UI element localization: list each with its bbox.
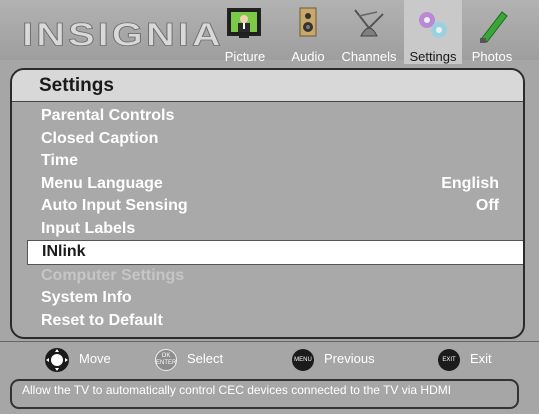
menu-item-parental-controls[interactable]: Parental Controls xyxy=(41,105,519,128)
menu-item-label: Auto Input Sensing xyxy=(41,197,188,214)
tab-audio-label: Audio xyxy=(291,49,325,64)
tab-settings[interactable]: Settings xyxy=(404,0,462,64)
channels-icon xyxy=(349,6,389,46)
brand-logo: INSIGNIA xyxy=(22,17,224,54)
menu-item-label: Closed Caption xyxy=(41,129,159,147)
dpad-icon xyxy=(45,347,69,372)
menu-item-closed-caption[interactable]: Closed Caption xyxy=(41,128,519,151)
tab-picture-label: Picture xyxy=(224,49,266,64)
panel-title: Settings xyxy=(12,70,523,102)
help-text-box: Allow the TV to automatically control CE… xyxy=(10,379,519,409)
tab-audio[interactable]: Audio xyxy=(284,0,332,64)
help-text: Allow the TV to automatically control CE… xyxy=(22,383,452,397)
menu-item-label: Menu Language xyxy=(41,174,163,192)
legend-select: OK ENTER Select xyxy=(155,346,223,372)
menu-item-value: English xyxy=(441,174,499,192)
legend-exit-label: Exit xyxy=(470,351,492,366)
menu-item-computer-settings: Computer Settings xyxy=(41,265,519,288)
menu-item-input-labels[interactable]: Input Labels xyxy=(41,218,519,241)
menu-item-label: INlink xyxy=(42,243,86,260)
exit-button-icon: EXIT xyxy=(438,348,460,371)
menu-item-menu-language[interactable]: Menu Language English xyxy=(41,173,519,196)
menu-item-label: Reset to Default xyxy=(41,311,163,329)
legend-select-label: Select xyxy=(187,351,224,366)
menu-item-inlink[interactable]: INlink xyxy=(27,240,523,265)
tab-channels[interactable]: Channels xyxy=(336,0,402,64)
legend-exit: EXIT Exit xyxy=(438,346,492,372)
picture-icon xyxy=(225,6,265,46)
legend-move: Move xyxy=(45,346,111,372)
ok-text: OK xyxy=(161,352,171,359)
settings-panel: Settings Parental Controls Closed Captio… xyxy=(10,68,525,339)
remote-legend: Move OK ENTER Select MENU Previous EXIT Exit xyxy=(10,344,527,374)
menu-item-reset-to-default[interactable]: Reset to Default xyxy=(41,310,519,333)
menu-item-value: Off xyxy=(475,197,499,214)
menu-item-label: Time xyxy=(41,152,79,169)
enter-text: ENTER xyxy=(156,359,177,366)
menu-button-icon: MENU xyxy=(292,348,314,371)
menu-item-label: Computer Settings xyxy=(41,266,185,284)
audio-icon xyxy=(288,6,328,46)
tab-picture[interactable]: Picture xyxy=(220,0,270,64)
tab-channels-label: Channels xyxy=(341,49,397,64)
top-menu-bar: INSIGNIA Picture Audio Channels Settings… xyxy=(0,0,539,64)
settings-menu: Parental Controls Closed Caption Time Me… xyxy=(27,105,523,333)
menu-item-label: Parental Controls xyxy=(41,107,175,124)
tab-photos-label: Photos xyxy=(471,49,513,64)
settings-icon xyxy=(413,6,453,46)
menu-item-auto-input-sensing[interactable]: Auto Input Sensing Off xyxy=(41,195,519,218)
footer-divider xyxy=(0,341,539,342)
menu-item-label: Input Labels xyxy=(41,219,136,237)
menu-item-time[interactable]: Time xyxy=(41,150,519,173)
tab-photos[interactable]: Photos xyxy=(466,0,518,64)
legend-previous-label: Previous xyxy=(324,351,375,366)
legend-previous: MENU Previous xyxy=(292,346,375,372)
menu-item-label: System Info xyxy=(41,289,132,306)
menu-item-system-info[interactable]: System Info xyxy=(41,287,519,310)
legend-move-label: Move xyxy=(79,351,111,366)
tab-settings-label: Settings xyxy=(409,49,457,64)
ok-enter-button-icon: OK ENTER xyxy=(155,348,177,371)
photos-icon xyxy=(472,6,512,46)
